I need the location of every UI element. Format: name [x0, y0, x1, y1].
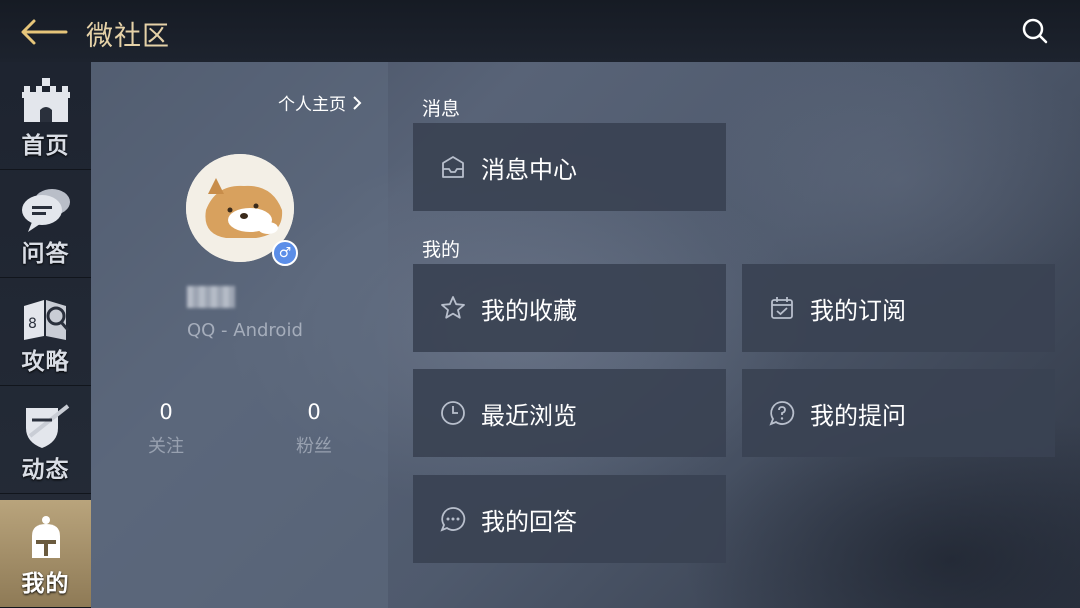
my-answers-label: 我的回答 — [481, 507, 577, 536]
followers-stat[interactable]: 0 粉丝 — [274, 400, 354, 458]
nav-item-qa[interactable]: 问答 — [0, 170, 91, 278]
star-icon — [441, 296, 465, 319]
gender-badge: ♂ — [272, 240, 298, 266]
nav-item-home[interactable]: 首页 — [0, 62, 91, 170]
nav-item-feed[interactable]: 动态 — [0, 386, 91, 494]
username-obscured — [187, 286, 235, 308]
page-title: 微社区 — [86, 21, 170, 52]
followers-label: 粉丝 — [296, 436, 332, 457]
nav-label-home: 首页 — [21, 133, 70, 159]
nav-label-qa: 问答 — [21, 241, 70, 267]
following-label: 关注 — [148, 436, 184, 457]
top-bar: 微社区 — [0, 0, 1080, 62]
my-answers-button[interactable]: 我的回答 — [413, 475, 726, 563]
search-icon — [1022, 18, 1048, 44]
my-questions-button[interactable]: 我的提问 — [742, 369, 1055, 457]
mail-icon — [442, 156, 464, 178]
mine-section-title: 我的 — [422, 239, 461, 261]
recent-browsing-label: 最近浏览 — [481, 401, 577, 430]
knight-helmet-icon — [31, 516, 60, 558]
ellipsis-bubble-icon — [440, 507, 466, 532]
following-count: 0 — [159, 400, 173, 424]
my-subscriptions-label: 我的订阅 — [810, 296, 906, 325]
back-button[interactable] — [18, 12, 70, 52]
my-favorites-button[interactable]: 我的收藏 — [413, 264, 726, 352]
nav-label-feed: 动态 — [21, 457, 70, 483]
message-center-label: 消息中心 — [481, 155, 577, 184]
my-questions-label: 我的提问 — [810, 401, 906, 430]
back-arrow-icon — [21, 19, 68, 45]
message-center-button[interactable]: 消息中心 — [413, 123, 726, 211]
login-platform: QQ - Android — [187, 320, 303, 341]
svg-text:8: 8 — [28, 316, 37, 332]
chevron-right-icon — [353, 95, 362, 110]
my-favorites-label: 我的收藏 — [481, 296, 577, 325]
calendar-check-icon — [771, 297, 793, 319]
recent-browsing-button[interactable]: 最近浏览 — [413, 369, 726, 457]
nav-item-guide[interactable]: 8 攻略 — [0, 278, 91, 386]
question-bubble-icon — [769, 401, 795, 426]
my-subscriptions-button[interactable]: 我的订阅 — [742, 264, 1055, 352]
clock-icon — [441, 401, 465, 425]
guide-book-icon: 8 — [23, 300, 69, 340]
castle-icon — [21, 78, 70, 122]
followers-count: 0 — [307, 400, 321, 424]
search-button[interactable] — [1020, 16, 1050, 46]
side-navigation: 首页 问答 8 攻略 动态 我的 — [0, 62, 91, 608]
nav-item-mine[interactable]: 我的 — [0, 500, 91, 608]
nav-label-mine: 我的 — [21, 571, 70, 597]
profile-panel: 个人主页 ♂ QQ - Android 0 关注 0 粉丝 — [91, 62, 388, 608]
speech-bubble-icon — [21, 189, 70, 232]
messages-section-title: 消息 — [422, 98, 461, 120]
home-link-label: 个人主页 — [278, 95, 346, 115]
shield-sword-icon — [25, 404, 69, 448]
personal-homepage-link[interactable]: 个人主页 — [278, 90, 362, 115]
nav-label-guide: 攻略 — [21, 349, 70, 375]
following-stat[interactable]: 0 关注 — [126, 400, 206, 458]
